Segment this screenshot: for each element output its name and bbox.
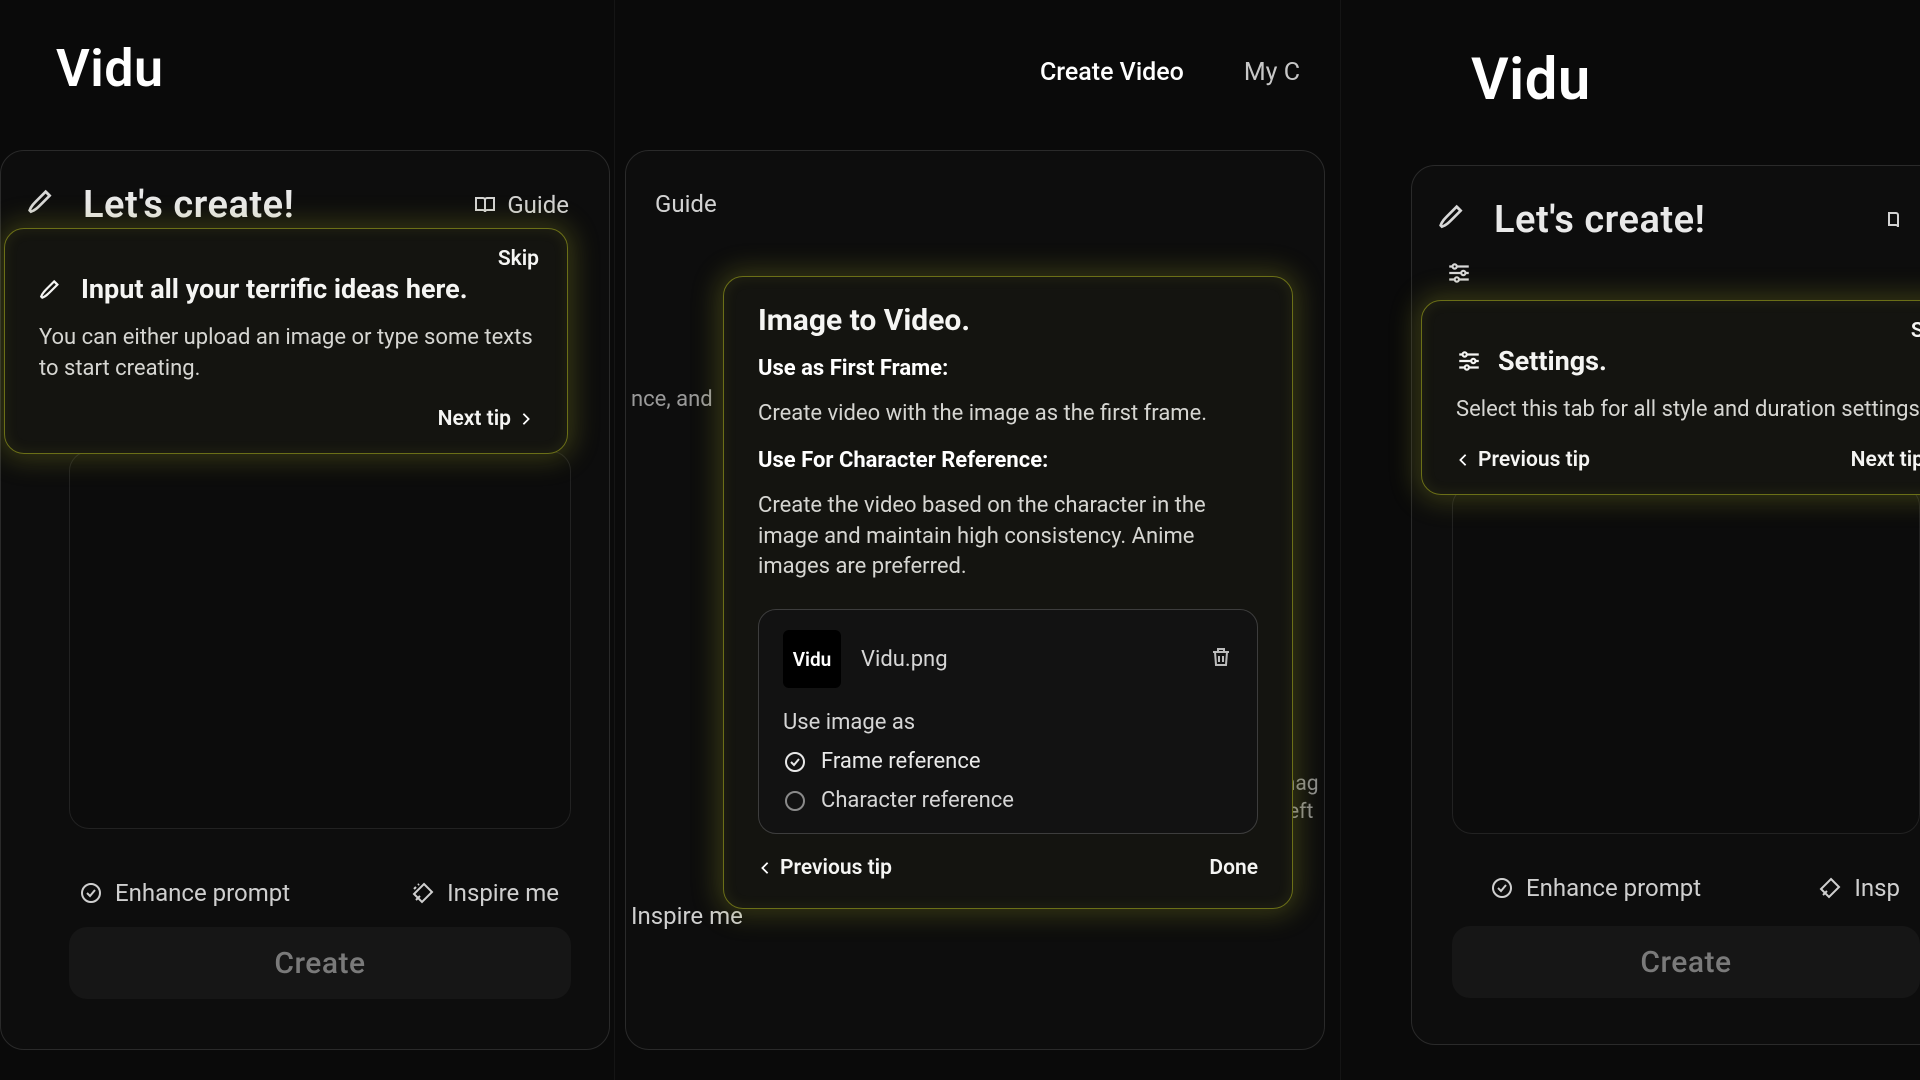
enhance-prompt-button[interactable]: Enhance prompt [79,879,290,907]
brush-icon [27,183,59,227]
inspire-me-button[interactable]: Inspire me [411,879,559,907]
done-button[interactable]: Done [1209,856,1258,880]
tip-title: Input all your terrific ideas here. [81,273,468,305]
tip-body: Create the video based on the character … [758,491,1258,583]
inspire-label: Insp [1854,874,1900,902]
brand-logo: Vidu [1471,46,1591,114]
previous-tip-button[interactable]: Previous tip [758,856,892,880]
file-name: Vidu.png [861,647,1189,672]
enhance-label: Enhance prompt [115,879,290,907]
inspire-label: Inspire me [447,879,559,907]
sliders-icon [1446,260,1472,286]
next-tip-button[interactable]: Next tip [438,407,533,431]
tip-body: Create video with the image as the first… [758,399,1258,430]
panel-title: Let's create! [83,183,294,227]
tip-title: Settings. [1498,345,1607,377]
onboarding-tip-settings: Skip Settings. Select this tab for all s… [1421,300,1920,495]
settings-tab[interactable] [1412,250,1920,290]
option-character-reference[interactable]: Character reference [783,788,1233,813]
tip-body: Select this tab for all style and durati… [1456,395,1920,426]
tip-body: You can either upload an image or type s… [39,323,533,385]
brush-icon [39,276,65,302]
guide-button[interactable]: Guide [645,190,717,218]
next-tip-button[interactable]: Next tip [1851,448,1920,472]
previous-tip-button[interactable]: Previous tip [1456,448,1590,472]
chevron-right-icon [519,412,533,426]
chevron-left-icon [758,861,772,875]
onboarding-tip-image-to-video: Image to Video. Use as First Frame: Crea… [723,276,1293,909]
guide-button[interactable]: Guide [473,191,569,219]
delete-file-button[interactable] [1209,645,1233,673]
brush-icon [1438,198,1470,242]
uploaded-file-card: Vidu Vidu.png Use image as Frame referen… [758,609,1258,834]
enhance-label: Enhance prompt [1526,874,1701,902]
use-image-as-label: Use image as [783,710,1233,735]
subhead-first-frame: Use as First Frame: [758,356,1258,381]
prompt-area[interactable] [1452,486,1920,834]
prompt-area[interactable] [69,451,571,829]
onboarding-tip-input: Skip Input all your terrific ideas here.… [4,228,568,454]
create-button[interactable]: Create [1452,926,1920,998]
skip-button[interactable]: Skip [1911,319,1920,343]
inspire-me-button[interactable]: Insp [1818,874,1900,902]
tip-title: Image to Video. [758,303,1258,338]
chevron-left-icon [1456,453,1470,467]
nav-create-video[interactable]: Create Video [1040,58,1184,87]
guide-label: Guide [655,190,717,218]
panel-title: Let's create! [1494,198,1705,242]
subhead-char-ref: Use For Character Reference: [758,448,1258,473]
option-frame-reference[interactable]: Frame reference [783,749,1233,774]
bg-snippet: nce, and [631,385,731,415]
sliders-icon [1456,348,1482,374]
trash-icon [1209,645,1233,669]
brand-logo: Vidu [56,38,164,99]
inspire-me-button[interactable]: Inspire me [631,902,743,930]
file-thumbnail: Vidu [783,630,841,688]
nav-my-creations[interactable]: My C [1244,58,1300,87]
radio-selected-icon [783,750,807,774]
guide-label: Guide [507,191,569,219]
radio-unselected-icon [783,789,807,813]
skip-button[interactable]: Skip [498,247,539,271]
enhance-prompt-button[interactable]: Enhance prompt [1490,874,1701,902]
create-panel: Let's create! Enhance prompt Insp Create [1411,165,1920,1045]
create-button[interactable]: Create [69,927,571,999]
guide-button[interactable] [1886,208,1910,232]
